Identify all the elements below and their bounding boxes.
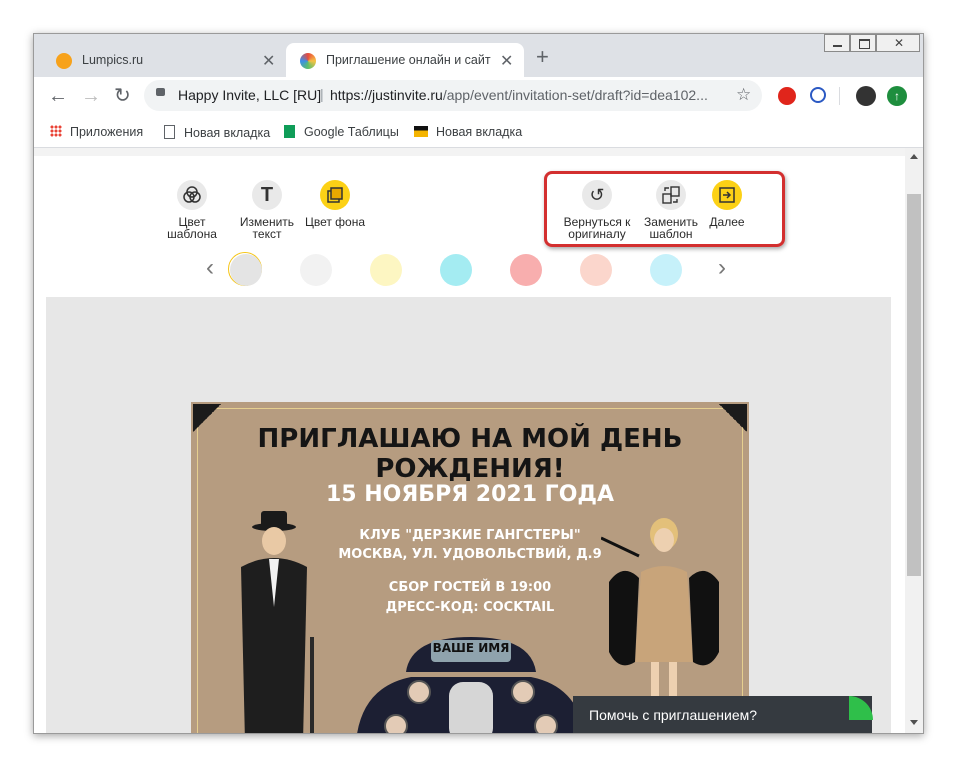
bookmark-label: Google Таблицы [304, 125, 399, 139]
url-path: /app/event/invitation-set/draft?id=dea10… [442, 87, 708, 103]
bookmark-label: Приложения [70, 125, 144, 139]
bookmark-new-tab-2[interactable]: Новая вкладка [414, 125, 522, 139]
minimize-icon [833, 45, 842, 47]
swatch-2[interactable] [300, 254, 332, 286]
omnibox-separator: | [320, 86, 324, 102]
tab-justinvite[interactable]: Приглашение онлайн и сайт ме ✕ [286, 43, 524, 77]
image-icon [414, 126, 428, 137]
close-window-icon: ✕ [894, 36, 905, 50]
page-content: Цвет шаблона T Изменить текст Цвет фона … [34, 148, 905, 733]
help-chat-label: Помочь с приглашением? [589, 707, 758, 723]
invitation-heading: ПРИГЛАШАЮ НА МОЙ ДЕНЬ РОЖДЕНИЯ! [257, 424, 683, 484]
bookmark-star-icon[interactable]: ☆ [736, 85, 751, 105]
bookmark-label: Новая вкладка [436, 125, 523, 139]
justinvite-favicon-icon [300, 53, 316, 69]
bookmark-google-sheets[interactable]: Google Таблицы [284, 125, 399, 139]
scrollbar-thumb[interactable] [907, 194, 921, 576]
bookmark-apps[interactable]: Приложения [50, 125, 143, 139]
swatch-7[interactable] [650, 254, 682, 286]
apps-grid-icon [50, 125, 62, 137]
lock-icon [156, 88, 165, 96]
tab-title: Приглашение онлайн и сайт ме [326, 53, 491, 67]
reload-icon[interactable]: ↻ [114, 85, 131, 107]
bookmarks-bar: Приложения Новая вкладка Google Таблицы … [34, 117, 923, 148]
close-tab-icon[interactable]: ✕ [262, 51, 275, 71]
replace-icon [656, 180, 686, 210]
tab-lumpics[interactable]: Lumpics.ru ✕ [42, 43, 286, 77]
tool-label: шаблона [167, 227, 217, 241]
action-label: Далее [709, 215, 745, 229]
help-chat-widget[interactable]: Помочь с приглашением? [573, 696, 873, 733]
back-icon[interactable]: ← [48, 85, 68, 107]
gentleman-illustration [241, 511, 314, 733]
site-name: Happy Invite, LLC [RU] [178, 87, 322, 103]
swatch-1[interactable] [230, 254, 262, 286]
scroll-up-icon[interactable] [910, 154, 918, 159]
page-top-strip [34, 148, 905, 156]
next-action[interactable]: Далее [687, 180, 767, 228]
scroll-down-icon[interactable] [910, 720, 918, 725]
tab-title: Lumpics.ru [82, 53, 144, 67]
maximize-button[interactable] [850, 34, 876, 52]
bookmark-new-tab[interactable]: Новая вкладка [164, 125, 270, 140]
swatch-5[interactable] [510, 254, 542, 286]
profile-avatar[interactable] [856, 86, 876, 106]
palette-icon [177, 180, 207, 210]
action-label: оригиналу [568, 227, 626, 241]
address-bar[interactable]: Happy Invite, LLC [RU] | https://justinv… [144, 80, 762, 111]
invitation-canvas: ПРИГЛАШАЮ НА МОЙ ДЕНЬ РОЖДЕНИЯ! 15 НОЯБР… [46, 297, 891, 733]
action-label: шаблон [649, 227, 693, 241]
page-icon [164, 125, 175, 139]
browser-toolbar: ← → ↻ Happy Invite, LLC [RU] | https://j… [34, 77, 923, 117]
toolbar-divider [839, 87, 840, 105]
tool-label: Цвет фона [304, 215, 366, 229]
update-icon[interactable]: ↑ [887, 86, 907, 106]
url-host: https://justinvite.ru [330, 87, 443, 103]
invitation-date: 15 НОЯБРЯ 2021 ГОДА [325, 482, 615, 507]
vertical-scrollbar[interactable] [905, 148, 923, 733]
adblock-extension-icon[interactable] [778, 87, 796, 105]
tab-strip: Lumpics.ru ✕ Приглашение онлайн и сайт м… [34, 34, 923, 77]
template-color-tool[interactable]: Цвет шаблона [152, 180, 232, 240]
revert-original-action[interactable]: ↺ Вернуться к оригиналу [556, 180, 638, 240]
close-tab-icon[interactable]: ✕ [500, 51, 513, 71]
swatch-3[interactable] [370, 254, 402, 286]
chat-online-indicator-icon [849, 696, 873, 720]
text-icon: T [252, 180, 282, 210]
forward-icon[interactable]: → [81, 85, 101, 107]
url-text: https://justinvite.ru/app/event/invitati… [330, 87, 708, 103]
background-icon [320, 180, 350, 210]
maximize-icon [859, 39, 870, 49]
swatch-prev-chevron-icon[interactable]: ‹ [206, 254, 214, 282]
license-plate-text: ВАШЕ ИМЯ [432, 641, 510, 655]
sheets-icon [284, 125, 295, 138]
swatch-6[interactable] [580, 254, 612, 286]
minimize-button[interactable] [824, 34, 850, 52]
next-icon [712, 180, 742, 210]
swatch-next-chevron-icon[interactable]: › [718, 254, 726, 282]
background-color-tool[interactable]: Цвет фона [295, 180, 375, 228]
bookmark-label: Новая вкладка [184, 126, 271, 140]
undo-icon: ↺ [582, 180, 612, 210]
swatch-4[interactable] [440, 254, 472, 286]
globe-extension-icon[interactable] [810, 87, 826, 103]
new-tab-button[interactable]: + [536, 46, 549, 68]
close-window-button[interactable]: ✕ [876, 34, 920, 52]
tool-label: текст [252, 227, 282, 241]
invitation-card[interactable]: ПРИГЛАШАЮ НА МОЙ ДЕНЬ РОЖДЕНИЯ! 15 НОЯБР… [191, 402, 749, 733]
browser-window: Lumpics.ru ✕ Приглашение онлайн и сайт м… [33, 33, 924, 734]
orange-favicon-icon [56, 53, 72, 69]
